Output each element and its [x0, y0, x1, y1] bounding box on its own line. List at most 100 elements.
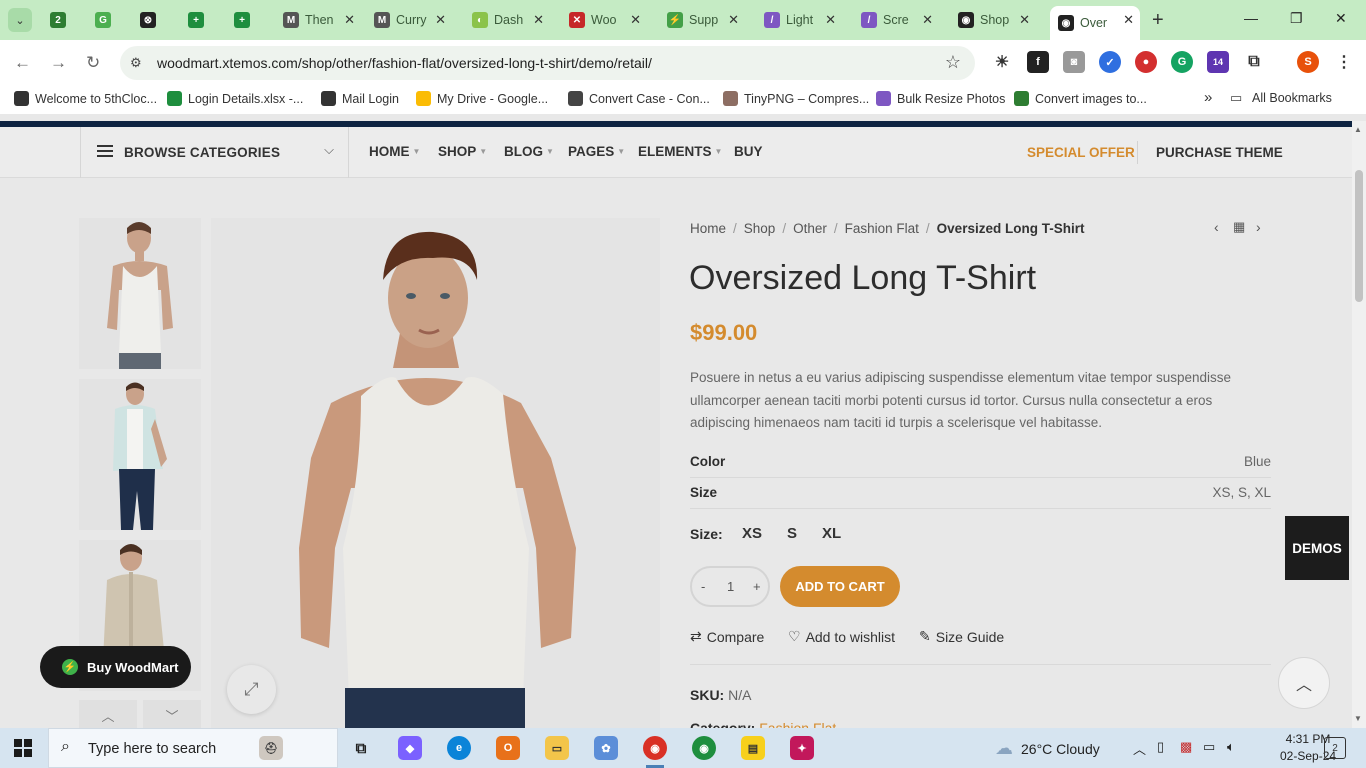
size-option-s[interactable]: S — [787, 525, 797, 542]
browser-tab-9[interactable]: ✕ Woo ✕ — [561, 6, 647, 34]
nav-buy[interactable]: BUY — [734, 144, 763, 159]
extensions-puzzle-icon[interactable]: ⧉ — [1243, 51, 1265, 73]
thumbnail-up-button[interactable]: ︿ — [79, 700, 137, 728]
browser-tab-11[interactable]: / Light ✕ — [756, 6, 842, 34]
next-product-icon[interactable]: › — [1256, 219, 1261, 235]
page-scrollbar[interactable]: ▲ ▼ — [1352, 121, 1366, 728]
browser-tab-14[interactable]: ◉ Over ✕ — [1050, 6, 1140, 40]
all-bookmarks[interactable]: All Bookmarks — [1252, 91, 1332, 105]
nav-blog[interactable]: BLOG ▼ — [504, 144, 554, 159]
breadcrumb-link[interactable]: Fashion Flat — [845, 221, 919, 236]
volume-icon[interactable]: 🔈︎ — [1227, 739, 1235, 755]
sticky-notes-icon[interactable]: ▤ — [741, 736, 765, 760]
chrome-profile-icon[interactable]: ◉ — [692, 736, 716, 760]
bookmark-item[interactable]: TinyPNG – Compres... — [723, 91, 869, 106]
profile-avatar[interactable]: S — [1297, 51, 1319, 73]
quantity-stepper[interactable]: - 1 + — [690, 566, 770, 607]
copilot-icon[interactable]: ◆ — [398, 736, 422, 760]
tab-close-icon[interactable]: ✕ — [728, 12, 739, 28]
breadcrumb-link[interactable]: Other — [793, 221, 827, 236]
edge-icon[interactable]: e — [447, 736, 471, 760]
minimize-button[interactable]: — — [1244, 10, 1258, 26]
browser-menu-icon[interactable]: ⋮ — [1333, 51, 1355, 73]
buy-woodmart-button[interactable]: ⚡ Buy WoodMart — [40, 646, 191, 688]
nav-pages[interactable]: PAGES ▼ — [568, 144, 625, 159]
bookmark-item[interactable]: My Drive - Google... — [416, 91, 548, 106]
grid-icon[interactable]: ▦ — [1233, 219, 1245, 235]
grammarly-icon[interactable]: G — [1171, 51, 1193, 73]
scroll-up-arrow-icon[interactable]: ▲ — [1354, 125, 1362, 134]
new-tab-button[interactable]: + — [1152, 9, 1164, 32]
browser-tab-12[interactable]: / Scre ✕ — [853, 6, 939, 34]
browser-tab-3[interactable]: ⊗ — [132, 6, 168, 34]
demos-button[interactable]: DEMOS — [1285, 516, 1349, 580]
browse-categories-button[interactable]: BROWSE CATEGORIES ⌵ — [80, 127, 349, 178]
browser-tab-13[interactable]: ◉ Shop ✕ — [950, 6, 1036, 34]
fullscreen-expand-icon[interactable]: ⤢ — [227, 665, 276, 714]
breadcrumb-link[interactable]: Shop — [744, 221, 776, 236]
tray-overflow-icon[interactable]: ︿ — [1133, 739, 1146, 758]
scrollbar-thumb[interactable] — [1355, 170, 1363, 302]
thumbnail-2[interactable] — [79, 379, 201, 530]
network-icon[interactable]: ▭ — [1203, 739, 1215, 755]
taskbar-search-box[interactable]: ⌕ Type here to search — [48, 728, 338, 768]
extension-badge-icon[interactable]: 14 — [1207, 51, 1229, 73]
size-guide-link[interactable]: ✎ Size Guide — [919, 628, 1004, 645]
category-link[interactable]: Fashion Flat — [759, 720, 836, 728]
camera-extension-icon[interactable]: ◙ — [1063, 51, 1085, 73]
tab-close-icon[interactable]: ✕ — [825, 12, 836, 28]
check-extension-icon[interactable]: ✓ — [1099, 51, 1121, 73]
thumbnail-1[interactable] — [79, 218, 201, 369]
special-offer-link[interactable]: SPECIAL OFFER — [1027, 145, 1135, 160]
browser-tab-2[interactable]: G — [87, 6, 123, 34]
site-info-icon[interactable]: ⚙ — [130, 55, 142, 71]
size-option-xs[interactable]: XS — [742, 525, 762, 542]
nav-shop[interactable]: SHOP ▼ — [438, 144, 487, 159]
main-product-image[interactable] — [211, 218, 660, 728]
nav-home[interactable]: HOME ▼ — [369, 144, 420, 159]
bookmark-item[interactable]: Bulk Resize Photos — [876, 91, 1005, 106]
bookmark-item[interactable]: Welcome to 5thCloc... — [14, 91, 157, 106]
tab-close-icon[interactable]: ✕ — [1123, 12, 1134, 28]
browser-tab-7[interactable]: M Curry ✕ — [366, 6, 452, 34]
compare-link[interactable]: ⇄ Compare — [690, 628, 764, 645]
tab-close-icon[interactable]: ✕ — [1019, 12, 1030, 28]
bookmark-item[interactable]: Login Details.xlsx -... — [167, 91, 303, 106]
browser-tab-6[interactable]: M Then ✕ — [275, 6, 361, 34]
file-explorer-icon[interactable]: ▭ — [545, 736, 569, 760]
browser-tab-5[interactable]: + — [226, 6, 262, 34]
notifications-icon[interactable]: 2 — [1324, 737, 1346, 759]
qty-plus-button[interactable]: + — [753, 579, 761, 594]
purchase-theme-link[interactable]: PURCHASE THEME — [1156, 145, 1283, 160]
tab-search-icon[interactable]: ⌄ — [8, 8, 32, 32]
device-icon[interactable]: ▯ — [1157, 739, 1164, 755]
url-text[interactable]: woodmart.xtemos.com/shop/other/fashion-f… — [157, 55, 652, 71]
wishlist-link[interactable]: ♡ Add to wishlist — [788, 628, 895, 645]
tab-close-icon[interactable]: ✕ — [344, 12, 355, 28]
tab-close-icon[interactable]: ✕ — [630, 12, 641, 28]
tab-close-icon[interactable]: ✕ — [922, 12, 933, 28]
scroll-down-arrow-icon[interactable]: ▼ — [1354, 714, 1362, 723]
app-icon[interactable]: ✦ — [790, 736, 814, 760]
close-window-button[interactable]: ✕ — [1335, 10, 1347, 27]
size-option-xl[interactable]: XL — [822, 525, 841, 542]
back-icon[interactable]: ← — [14, 53, 31, 73]
weather-widget[interactable]: ☁ 26°C Cloudy — [995, 738, 1100, 759]
record-extension-icon[interactable]: ● — [1135, 51, 1157, 73]
reload-icon[interactable]: ↻ — [86, 53, 100, 73]
forward-icon[interactable]: → — [50, 53, 67, 73]
language-flag-icon[interactable]: ▩ — [1180, 739, 1192, 755]
outlook-icon[interactable]: O — [496, 736, 520, 760]
scroll-to-top-icon[interactable]: ︿ — [1278, 657, 1330, 709]
previous-product-icon[interactable]: ‹ — [1214, 219, 1219, 235]
bookmark-item[interactable]: Convert Case - Con... — [568, 91, 710, 106]
browser-tab-4[interactable]: + — [180, 6, 216, 34]
tab-close-icon[interactable]: ✕ — [533, 12, 544, 28]
restore-button[interactable]: ❐ — [1290, 10, 1303, 27]
qty-value[interactable]: 1 — [727, 579, 734, 594]
windows-start-icon[interactable] — [14, 739, 32, 757]
thumbnail-down-button[interactable]: ﹀ — [143, 700, 201, 728]
add-to-cart-button[interactable]: ADD TO CART — [780, 566, 900, 607]
browser-tab-1[interactable]: 2 — [42, 6, 78, 34]
font-extension-icon[interactable]: f — [1027, 51, 1049, 73]
